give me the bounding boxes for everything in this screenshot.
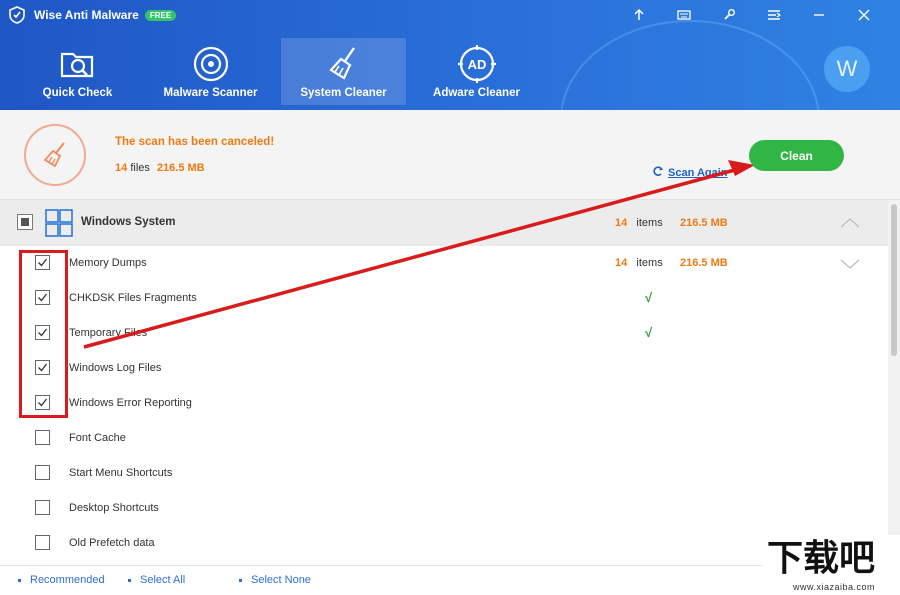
list-scrollbar[interactable] (888, 200, 900, 562)
select-all-link[interactable]: Select All (128, 574, 185, 586)
item-tick: √ (645, 325, 653, 340)
item-label: Font Cache (69, 432, 126, 444)
files-count: 14 (115, 162, 128, 174)
recommended-link[interactable]: Recommended (18, 574, 105, 586)
clean-button[interactable]: Clean (749, 140, 844, 171)
item-checkbox[interactable] (35, 465, 50, 480)
files-size: 216.5 MB (156, 162, 205, 174)
tab-label: Adware Cleaner (433, 87, 520, 99)
ad-icon: AD (457, 44, 497, 84)
chevron-down-icon[interactable] (840, 257, 860, 275)
list-item[interactable]: Memory Dumps 14 items 216.5 MB (0, 246, 888, 281)
broom-icon (324, 44, 364, 84)
list-item[interactable]: Temporary Files √ (0, 316, 888, 351)
list-item[interactable]: Windows Error Reporting (0, 386, 888, 421)
minimize-icon[interactable] (796, 4, 841, 26)
list-item[interactable]: CHKDSK Files Fragments √ (0, 281, 888, 316)
category-windows-system[interactable]: Windows System 14 items 216.5 MB (0, 200, 888, 246)
category-count-num: 14 (615, 217, 628, 229)
list-item[interactable]: Desktop Shortcuts (0, 491, 888, 526)
watermark-url: www.xiazaiba.com (793, 582, 876, 592)
tab-system-cleaner[interactable]: System Cleaner (281, 38, 406, 105)
app-window: Wise Anti Malware FREE Quick Check Malwa… (0, 0, 900, 595)
header: Wise Anti Malware FREE Quick Check Malwa… (0, 0, 900, 110)
header-decoration (560, 20, 820, 110)
free-badge: FREE (144, 9, 177, 21)
keyboard-icon[interactable] (661, 4, 706, 26)
list-item[interactable]: Start Menu Shortcuts (0, 456, 888, 491)
item-count-num: 14 (615, 257, 628, 269)
scrollbar-thumb[interactable] (891, 204, 897, 356)
item-checkbox[interactable] (35, 500, 50, 515)
scan-summary: 14 files 216.5 MB (115, 162, 205, 174)
select-none-link[interactable]: Select None (239, 574, 311, 586)
list-item[interactable]: Old Prefetch data (0, 526, 888, 561)
upload-icon[interactable] (616, 4, 661, 26)
bullet-icon (239, 578, 242, 582)
folder-search-icon (58, 44, 98, 84)
scan-again-link[interactable]: Scan Again (652, 165, 728, 180)
item-label: Desktop Shortcuts (69, 502, 159, 514)
tab-malware-scanner[interactable]: Malware Scanner (148, 38, 273, 105)
item-label: Temporary Files (69, 327, 148, 339)
annotation-highlight-box (19, 250, 68, 418)
category-checkbox[interactable] (17, 214, 33, 230)
tab-quick-check[interactable]: Quick Check (15, 38, 140, 105)
select-all-label: Select All (140, 574, 186, 586)
category-size: 216.5 MB (680, 217, 728, 229)
files-label: files (130, 162, 150, 174)
close-icon[interactable] (841, 4, 886, 26)
cleaner-item-list: Memory Dumps 14 items 216.5 MB CHKDSK Fi… (0, 246, 888, 561)
scan-status-message: The scan has been canceled! (115, 136, 275, 148)
item-count: 14 items (615, 257, 663, 269)
select-none-label: Select None (251, 574, 311, 586)
list-item[interactable]: Windows Log Files (0, 351, 888, 386)
chevron-up-icon[interactable] (840, 216, 860, 234)
category-name: Windows System (81, 216, 176, 228)
bullet-icon (18, 578, 21, 582)
item-tick: √ (645, 290, 653, 305)
shield-logo-icon (8, 6, 26, 24)
broom-status-icon (24, 124, 86, 186)
window-controls (616, 4, 886, 26)
settings-icon[interactable] (706, 4, 751, 26)
item-label: Start Menu Shortcuts (69, 467, 173, 479)
item-label: CHKDSK Files Fragments (69, 292, 197, 304)
watermark-text: 下载吧 (767, 538, 876, 579)
item-label: Windows Log Files (69, 362, 162, 374)
radar-icon (191, 44, 231, 84)
windows-logo-icon (45, 209, 73, 242)
tab-label: Malware Scanner (163, 87, 258, 99)
refresh-icon (652, 165, 664, 180)
tab-adware-cleaner[interactable]: AD Adware Cleaner (414, 38, 539, 105)
item-size: 216.5 MB (680, 257, 728, 269)
scan-again-label: Scan Again (668, 166, 728, 179)
item-label: Windows Error Reporting (69, 397, 192, 409)
item-label: Memory Dumps (69, 257, 147, 269)
tab-label: Quick Check (42, 87, 113, 99)
item-checkbox[interactable] (35, 430, 50, 445)
main-nav: Quick Check Malware Scanner System Clean… (15, 38, 547, 105)
list-item[interactable]: Font Cache (0, 421, 888, 456)
user-avatar[interactable]: W (824, 46, 870, 92)
category-count-label: items (636, 217, 663, 229)
bullet-icon (128, 578, 131, 582)
item-count-label: items (636, 257, 663, 269)
svg-text:AD: AD (467, 57, 486, 72)
item-checkbox[interactable] (35, 535, 50, 550)
tab-label: System Cleaner (300, 87, 387, 99)
recommended-label: Recommended (30, 574, 105, 586)
menu-icon[interactable] (751, 4, 796, 26)
app-title: Wise Anti Malware (34, 8, 139, 22)
title-bar: Wise Anti Malware FREE (8, 4, 177, 26)
category-count: 14 items (615, 217, 663, 229)
item-label: Old Prefetch data (69, 537, 155, 549)
watermark: 下载吧 www.xiazaiba.com (763, 535, 900, 595)
